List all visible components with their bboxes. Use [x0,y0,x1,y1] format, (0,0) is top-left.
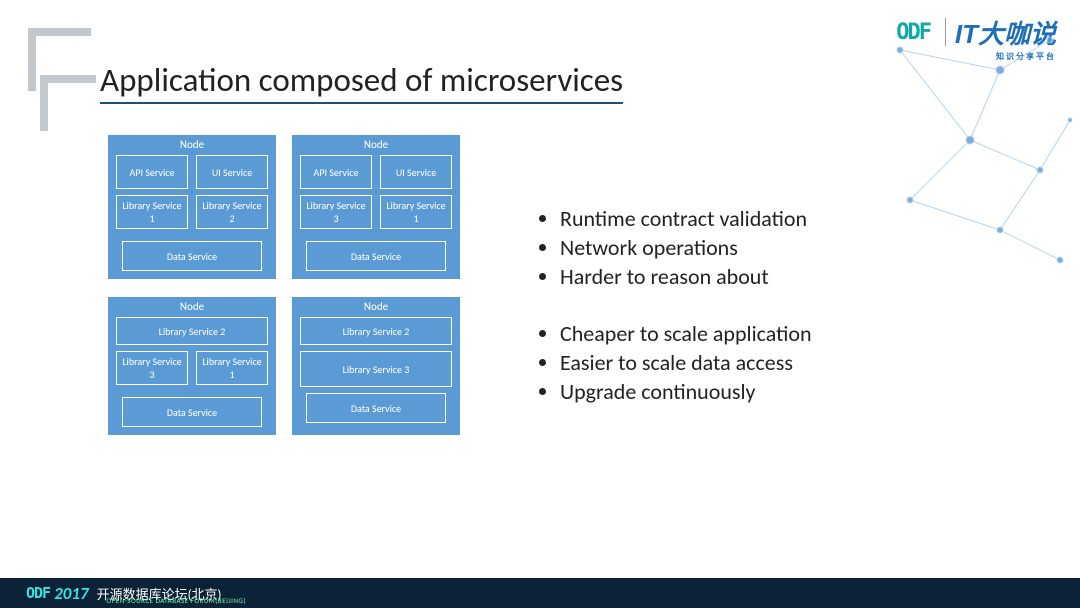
node-header: Node [108,135,276,155]
footer-odf-logo: ODF [26,584,50,602]
bullet-item: Harder to reason about [560,263,812,290]
logo-divider [945,18,946,46]
node-box-3: Node Library Service 2 Library Service 3… [108,297,276,435]
data-service-cell: Data Service [306,241,446,271]
service-cell: UI Service [196,155,268,189]
node-header: Node [292,297,460,317]
service-cell: Library Service 3 [116,351,188,385]
node-box-1: Node API Service UI Service Library Serv… [108,135,276,279]
node-box-4: Node Library Service 2 Library Service 3… [292,297,460,435]
service-cell-wide: Library Service 2 [116,317,268,345]
node-header: Node [292,135,460,155]
service-cell: API Service [116,155,188,189]
service-cell-wide: Library Service 2 [300,317,452,345]
odf-logo: ODF [896,20,930,45]
service-cell: Library Service 3 [300,195,372,229]
bullet-item: Upgrade continuously [560,378,812,405]
bullet-lists: Runtime contract validation Network oper… [532,205,812,407]
corner-decoration-inner [40,75,96,131]
service-cell: Library Service 2 [196,195,268,229]
it-logo: IT大咖说 知识分享平台 [955,14,1056,62]
bullet-list-cons: Runtime contract validation Network oper… [532,205,812,290]
slide-title: Application composed of microservices [100,60,623,104]
data-service-cell: Data Service [122,397,262,427]
footer-year: 2017 [54,583,88,604]
service-cell: Library Service 1 [196,351,268,385]
bullet-item: Easier to scale data access [560,349,812,376]
data-service-cell: Data Service [122,241,262,271]
footer-subtitle-en: OPEN-SOURCE DATABASE FORUM(BEIJING) [106,596,246,605]
service-cell-wide: Library Service 3 [300,351,452,387]
it-logo-text: IT大咖说 [955,19,1056,49]
it-logo-sub: 知识分享平台 [955,51,1056,62]
bullet-item: Runtime contract validation [560,205,812,232]
node-header: Node [108,297,276,317]
network-decoration [880,30,1080,270]
bullet-list-pros: Cheaper to scale application Easier to s… [532,320,812,405]
data-service-cell: Data Service [306,393,446,423]
bullet-item: Cheaper to scale application [560,320,812,347]
node-box-2: Node API Service UI Service Library Serv… [292,135,460,279]
microservices-diagram: Node API Service UI Service Library Serv… [108,135,468,453]
bullet-item: Network operations [560,234,812,261]
service-cell: UI Service [380,155,452,189]
service-cell: API Service [300,155,372,189]
footer-bar: ODF 2017 开源数据库论坛(北京) OPEN-SOURCE DATABAS… [0,578,1080,608]
service-cell: Library Service 1 [380,195,452,229]
service-cell: Library Service 1 [116,195,188,229]
